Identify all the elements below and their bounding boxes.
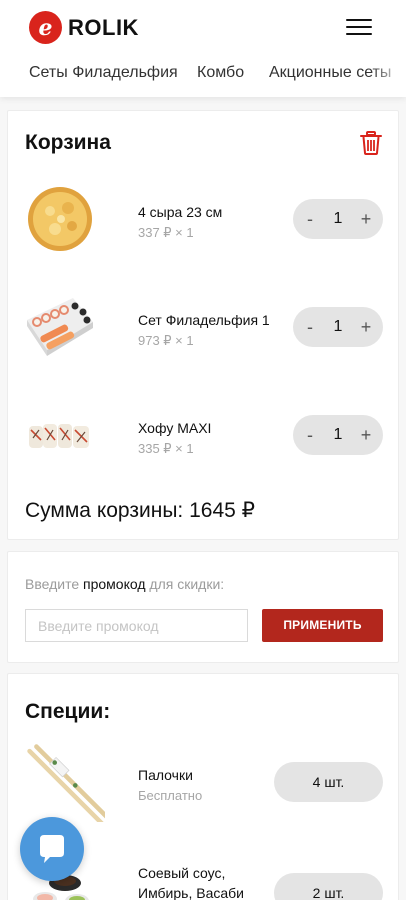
item-name: Палочки xyxy=(138,767,193,783)
hamburger-icon[interactable] xyxy=(346,17,374,37)
decrease-button[interactable]: - xyxy=(295,415,325,455)
top-bar: e ROLIK Сеты Филадельфия Комбо Акционные… xyxy=(0,0,406,97)
promo-label-end: для скидки: xyxy=(145,576,225,592)
quantity-value: 1 xyxy=(333,210,343,227)
quantity-stepper: - 1 + xyxy=(293,199,383,239)
item-price: 337 ₽ × 1 xyxy=(138,225,194,240)
cart-item: Хофу MAXI 335 ₽ × 1 - 1 + xyxy=(8,400,400,490)
increase-button[interactable]: + xyxy=(351,307,381,347)
category-philadelphia[interactable]: Сеты Филадельфия xyxy=(29,64,178,82)
item-name: Сет Филадельфия 1 xyxy=(138,312,270,328)
increase-button[interactable]: + xyxy=(351,199,381,239)
apply-promo-button[interactable]: ПРИМЕНИТЬ xyxy=(262,609,383,642)
cart-total: Сумма корзины: 1645 ₽ xyxy=(25,499,255,522)
item-name: 4 сыра 23 см xyxy=(138,204,223,220)
item-price: Бесплатно xyxy=(138,788,203,803)
decrease-button[interactable]: - xyxy=(295,199,325,239)
item-price: 973 ₽ × 1 xyxy=(138,333,194,348)
category-nav: Сеты Филадельфия Комбо Акционные сеты xyxy=(0,60,406,90)
promo-label-bold: промокод xyxy=(83,576,146,592)
spice-count-button[interactable]: 2 шт. xyxy=(274,873,383,900)
category-combo[interactable]: Комбо xyxy=(197,64,244,82)
chat-button[interactable] xyxy=(20,817,84,881)
chat-bubble-icon xyxy=(40,835,64,863)
promo-label: Введите промокод для скидки: xyxy=(25,576,224,592)
spice-count-button[interactable]: 4 шт. xyxy=(274,762,383,802)
item-name: Хофу MAXI xyxy=(138,420,212,436)
promo-code-input[interactable] xyxy=(25,609,248,642)
quantity-stepper: - 1 + xyxy=(293,307,383,347)
cart-title: Корзина xyxy=(25,131,111,154)
chopsticks-image xyxy=(27,744,105,822)
rolls-image xyxy=(29,424,89,448)
pizza-image xyxy=(28,187,92,251)
scroll-fade xyxy=(370,60,406,90)
logo[interactable]: e ROLIK xyxy=(29,11,139,44)
cart-card: Корзина 4 сыра 23 см 337 ₽ × 1 - 1 + Сет… xyxy=(7,110,399,540)
item-name: Соевый соус, Имбирь, Васаби xyxy=(138,865,244,900)
quantity-value: 1 xyxy=(333,318,343,335)
cart-item: 4 сыра 23 см 337 ₽ × 1 - 1 + xyxy=(8,184,400,274)
logo-text: ROLIK xyxy=(68,14,139,40)
trash-icon[interactable] xyxy=(360,131,382,155)
promo-card: Введите промокод для скидки: ПРИМЕНИТЬ xyxy=(7,551,399,663)
quantity-value: 1 xyxy=(333,426,343,443)
decrease-button[interactable]: - xyxy=(295,307,325,347)
spices-title: Специи: xyxy=(25,700,111,723)
quantity-stepper: - 1 + xyxy=(293,415,383,455)
logo-badge: e xyxy=(29,11,62,44)
item-price: 335 ₽ × 1 xyxy=(138,441,194,456)
increase-button[interactable]: + xyxy=(351,415,381,455)
cart-item: Сет Филадельфия 1 973 ₽ × 1 - 1 + xyxy=(8,292,400,382)
promo-label-start: Введите xyxy=(25,576,84,592)
sushi-set-image xyxy=(27,298,93,356)
